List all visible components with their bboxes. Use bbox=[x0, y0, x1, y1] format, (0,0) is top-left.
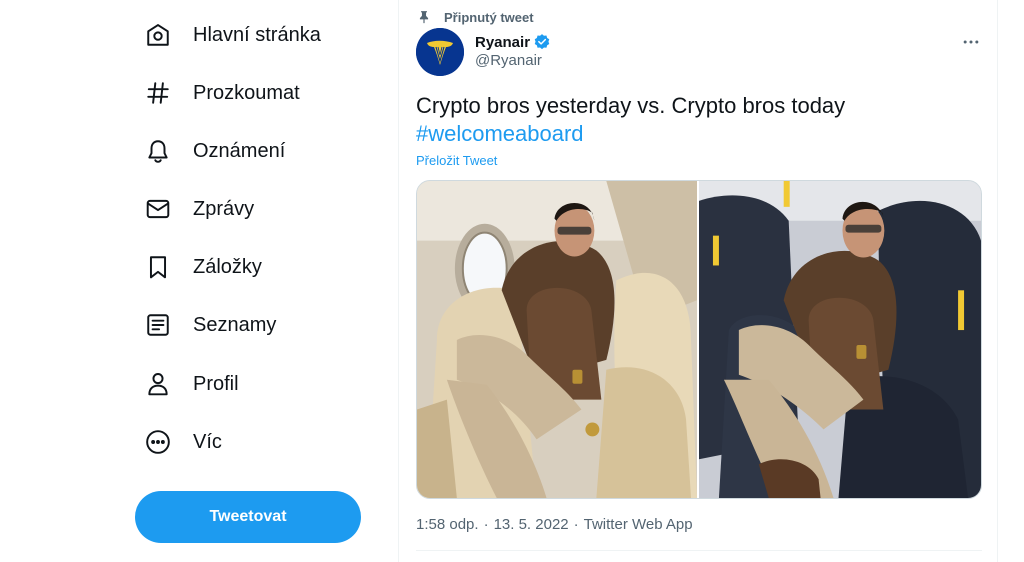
private-jet-photo bbox=[417, 181, 697, 498]
tweet-source[interactable]: Twitter Web App bbox=[584, 516, 693, 533]
author-name-row: Ryanair bbox=[475, 32, 551, 52]
sidebar-item-explore[interactable]: Prozkoumat bbox=[135, 69, 365, 117]
meta-separator: · bbox=[483, 516, 489, 533]
pin-icon bbox=[417, 10, 431, 24]
pinned-label: Připnutý tweet bbox=[444, 9, 534, 25]
more-options-icon[interactable] bbox=[961, 32, 981, 52]
tweet-text: Crypto bros yesterday vs. Crypto bros to… bbox=[416, 92, 986, 148]
sidebar-item-bookmarks[interactable]: Záložky bbox=[135, 243, 365, 291]
tweet-button[interactable]: Tweetovat bbox=[135, 491, 361, 543]
more-circle-icon bbox=[145, 429, 171, 455]
bell-icon bbox=[145, 138, 171, 164]
sidebar-item-profile[interactable]: Profil bbox=[135, 360, 365, 408]
page: Hlavní stránka Prozkoumat Oznámení Zpráv… bbox=[0, 0, 1024, 562]
sidebar-item-messages[interactable]: Zprávy bbox=[135, 185, 365, 233]
budget-airline-photo bbox=[699, 181, 981, 498]
person-icon bbox=[145, 371, 171, 397]
media-photo-budget-airline[interactable] bbox=[699, 181, 981, 498]
hashtag-link[interactable]: #welcomeaboard bbox=[416, 120, 986, 148]
sidebar-item-home[interactable]: Hlavní stránka bbox=[135, 11, 365, 59]
tweet-body: Crypto bros yesterday vs. Crypto bros to… bbox=[416, 93, 846, 118]
pinned-indicator: Připnutý tweet bbox=[417, 8, 534, 26]
tweet-meta: 1:58 odp. · 13. 5. 2022 · Twitter Web Ap… bbox=[416, 516, 693, 533]
ryanair-harp-logo bbox=[416, 28, 464, 76]
sidebar-item-label: Hlavní stránka bbox=[193, 24, 321, 46]
hashtag-icon bbox=[145, 80, 171, 106]
sidebar-item-label: Víc bbox=[193, 431, 222, 453]
author-name[interactable]: Ryanair bbox=[475, 34, 530, 51]
sidebar-item-label: Profil bbox=[193, 373, 239, 395]
home-icon bbox=[145, 22, 171, 48]
translate-link[interactable]: Přeložit Tweet bbox=[416, 153, 497, 168]
envelope-icon bbox=[145, 196, 171, 222]
meta-separator: · bbox=[573, 516, 579, 533]
sidebar-item-label: Oznámení bbox=[193, 140, 286, 162]
author-handle[interactable]: @Ryanair bbox=[475, 52, 542, 69]
sidebar-item-label: Seznamy bbox=[193, 314, 277, 336]
sidebar-item-label: Zprávy bbox=[193, 198, 255, 220]
sidebar-item-lists[interactable]: Seznamy bbox=[135, 301, 365, 349]
sidebar-item-label: Záložky bbox=[193, 256, 262, 278]
media-photo-private-jet[interactable] bbox=[417, 181, 697, 498]
divider bbox=[416, 550, 982, 551]
verified-badge-icon bbox=[533, 33, 551, 51]
sidebar-item-notifications[interactable]: Oznámení bbox=[135, 127, 365, 175]
avatar[interactable] bbox=[416, 28, 464, 76]
sidebar-item-more[interactable]: Víc bbox=[135, 418, 365, 466]
tweet-date[interactable]: 13. 5. 2022 bbox=[494, 516, 569, 533]
sidebar-nav: Hlavní stránka Prozkoumat Oznámení Zpráv… bbox=[0, 0, 398, 562]
list-icon bbox=[145, 312, 171, 338]
tweet-media bbox=[416, 180, 982, 499]
tweet-detail: Připnutý tweet Ryanair @Ryanair Crypto b… bbox=[398, 0, 998, 562]
tweet-time[interactable]: 1:58 odp. bbox=[416, 516, 479, 533]
sidebar-item-label: Prozkoumat bbox=[193, 82, 300, 104]
bookmark-icon bbox=[145, 254, 171, 280]
